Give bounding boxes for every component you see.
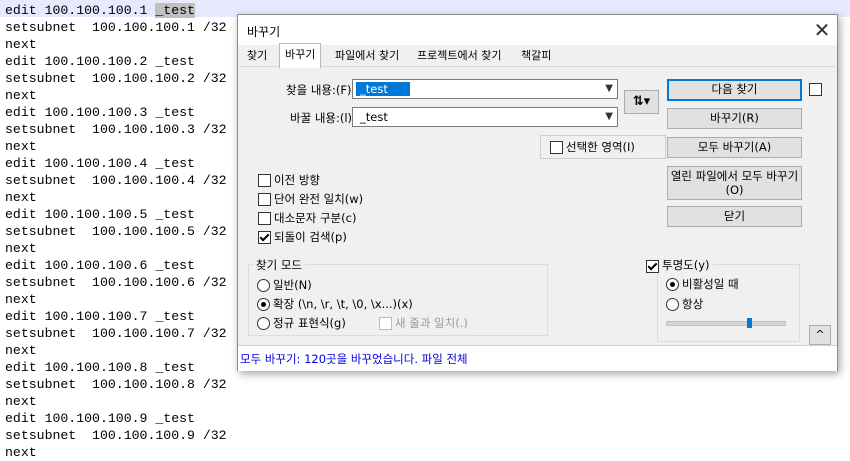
editor-line[interactable]: next xyxy=(5,393,37,410)
replace-dialog: 바꾸기 ✕ 찾기 바꾸기 파일에서 찾기 프로젝트에서 찾기 책갈피 찾을 내용… xyxy=(237,14,838,371)
always-on-checkbox[interactable] xyxy=(809,83,822,96)
replace-with-label: 바꿀 내용:(l) xyxy=(290,111,353,125)
editor-line[interactable]: next xyxy=(5,36,37,53)
find-what-combo[interactable]: _test ▼ xyxy=(352,79,618,99)
editor-line[interactable]: setsubnet 100.100.100.4 /32 xyxy=(5,172,227,189)
collapse-icon[interactable]: ^ xyxy=(809,325,831,345)
search-mode-title: 찾기 모드 xyxy=(253,257,305,273)
replace-all-in-open-button[interactable]: 열린 파일에서 모두 바꾸기 (O) xyxy=(667,166,802,200)
transparency-slider-track[interactable] xyxy=(666,321,786,326)
editor-line[interactable]: next xyxy=(5,444,37,461)
replace-with-value: _test xyxy=(360,110,388,124)
mode-extended-label: 확장 (\n, \r, \t, \0, \x...)(x) xyxy=(273,297,413,311)
close-icon[interactable]: ✕ xyxy=(807,15,837,45)
editor-line[interactable]: edit 100.100.100.8 _test xyxy=(5,359,195,376)
editor-line[interactable]: edit 100.100.100.1 _test xyxy=(5,2,195,19)
match-whole-word-label: 단어 완전 일치(w) xyxy=(274,192,364,206)
replace-all-open-label-1: 열린 파일에서 모두 바꾸기 xyxy=(670,169,799,183)
editor-line[interactable]: edit 100.100.100.5 _test xyxy=(5,206,195,223)
find-what-value: _test xyxy=(356,82,410,96)
transparency-checkbox[interactable] xyxy=(646,260,659,273)
chevron-down-icon[interactable]: ▼ xyxy=(605,111,613,122)
replace-with-combo[interactable]: _test ▼ xyxy=(352,107,618,127)
close-button[interactable]: 닫기 xyxy=(667,206,802,227)
find-what-label: 찾을 내용:(F) xyxy=(286,83,352,97)
editor-line[interactable]: setsubnet 100.100.100.3 /32 xyxy=(5,121,227,138)
editor-line[interactable]: next xyxy=(5,291,37,308)
tab-replace[interactable]: 바꾸기 xyxy=(279,43,322,68)
dot-matches-newline-checkbox[interactable] xyxy=(379,317,392,330)
backward-direction-label: 이전 방향 xyxy=(274,173,320,187)
replace-all-open-label-2: (O) xyxy=(725,183,744,197)
editor-line[interactable]: next xyxy=(5,138,37,155)
wrap-around-label: 되돌이 검색(p) xyxy=(274,230,347,244)
tab-mark[interactable]: 책갈피 xyxy=(515,45,557,67)
chevron-down-icon[interactable]: ▼ xyxy=(605,83,613,94)
line-prefix: edit 100.100.100.1 xyxy=(5,3,156,18)
transparency-title: 투명도(y) xyxy=(659,257,713,273)
replace-button[interactable]: 바꾸기(R) xyxy=(667,108,802,129)
mode-extended-radio[interactable] xyxy=(257,298,270,311)
editor-line[interactable]: setsubnet 100.100.100.6 /32 xyxy=(5,274,227,291)
editor-line[interactable]: setsubnet 100.100.100.2 /32 xyxy=(5,70,227,87)
dialog-titlebar[interactable]: 바꾸기 ✕ xyxy=(238,15,837,45)
match-case-label: 대소문자 구분(c) xyxy=(274,211,357,225)
tab-find-in-projects[interactable]: 프로젝트에서 찾기 xyxy=(411,45,507,67)
find-next-button[interactable]: 다음 찾기 xyxy=(667,79,802,101)
always-label: 항상 xyxy=(682,297,704,311)
editor-line[interactable]: next xyxy=(5,240,37,257)
editor-line[interactable]: setsubnet 100.100.100.8 /32 xyxy=(5,376,227,393)
editor-line[interactable]: setsubnet 100.100.100.5 /32 xyxy=(5,223,227,240)
status-message: 모두 바꾸기: 120곳을 바꾸었습니다. 파일 전체 xyxy=(240,352,468,366)
swap-arrows-icon[interactable]: ⇅▾ xyxy=(624,90,659,114)
mode-regex-label: 정규 표현식(g) xyxy=(273,316,346,330)
in-selection-label: 선택한 영역(I) xyxy=(566,140,635,154)
tab-find-in-files[interactable]: 파일에서 찾기 xyxy=(329,45,405,67)
backward-direction-checkbox[interactable] xyxy=(258,174,271,187)
mode-regex-radio[interactable] xyxy=(257,317,270,330)
in-selection-checkbox[interactable] xyxy=(550,141,563,154)
dot-matches-newline-label: 새 줄과 일치(.) xyxy=(395,316,468,330)
status-bar: 모두 바꾸기: 120곳을 바꾸었습니다. 파일 전체 xyxy=(238,345,837,371)
match-case-checkbox[interactable] xyxy=(258,212,271,225)
selected-text: _test xyxy=(155,3,195,18)
editor-line[interactable]: edit 100.100.100.7 _test xyxy=(5,308,195,325)
editor-line[interactable]: next xyxy=(5,342,37,359)
mode-normal-label: 일반(N) xyxy=(273,278,312,292)
match-whole-word-checkbox[interactable] xyxy=(258,193,271,206)
wrap-around-checkbox[interactable] xyxy=(258,231,271,244)
on-losing-focus-label: 비활성일 때 xyxy=(682,277,739,291)
editor-line[interactable]: setsubnet 100.100.100.7 /32 xyxy=(5,325,227,342)
editor-line[interactable]: setsubnet 100.100.100.9 /32 xyxy=(5,427,227,444)
editor-line[interactable]: edit 100.100.100.6 _test xyxy=(5,257,195,274)
editor-line[interactable]: edit 100.100.100.2 _test xyxy=(5,53,195,70)
editor-line[interactable]: next xyxy=(5,189,37,206)
replace-all-button[interactable]: 모두 바꾸기(A) xyxy=(667,137,802,158)
editor-line[interactable]: next xyxy=(5,87,37,104)
always-radio[interactable] xyxy=(666,298,679,311)
editor-line[interactable]: setsubnet 100.100.100.1 /32 xyxy=(5,19,227,36)
editor-line[interactable]: edit 100.100.100.9 _test xyxy=(5,410,195,427)
on-losing-focus-radio[interactable] xyxy=(666,278,679,291)
tab-find[interactable]: 찾기 xyxy=(241,45,273,67)
transparency-slider-thumb[interactable] xyxy=(747,318,752,328)
editor-line[interactable]: edit 100.100.100.4 _test xyxy=(5,155,195,172)
editor-line[interactable]: edit 100.100.100.3 _test xyxy=(5,104,195,121)
dialog-title: 바꾸기 xyxy=(247,25,281,39)
mode-normal-radio[interactable] xyxy=(257,279,270,292)
